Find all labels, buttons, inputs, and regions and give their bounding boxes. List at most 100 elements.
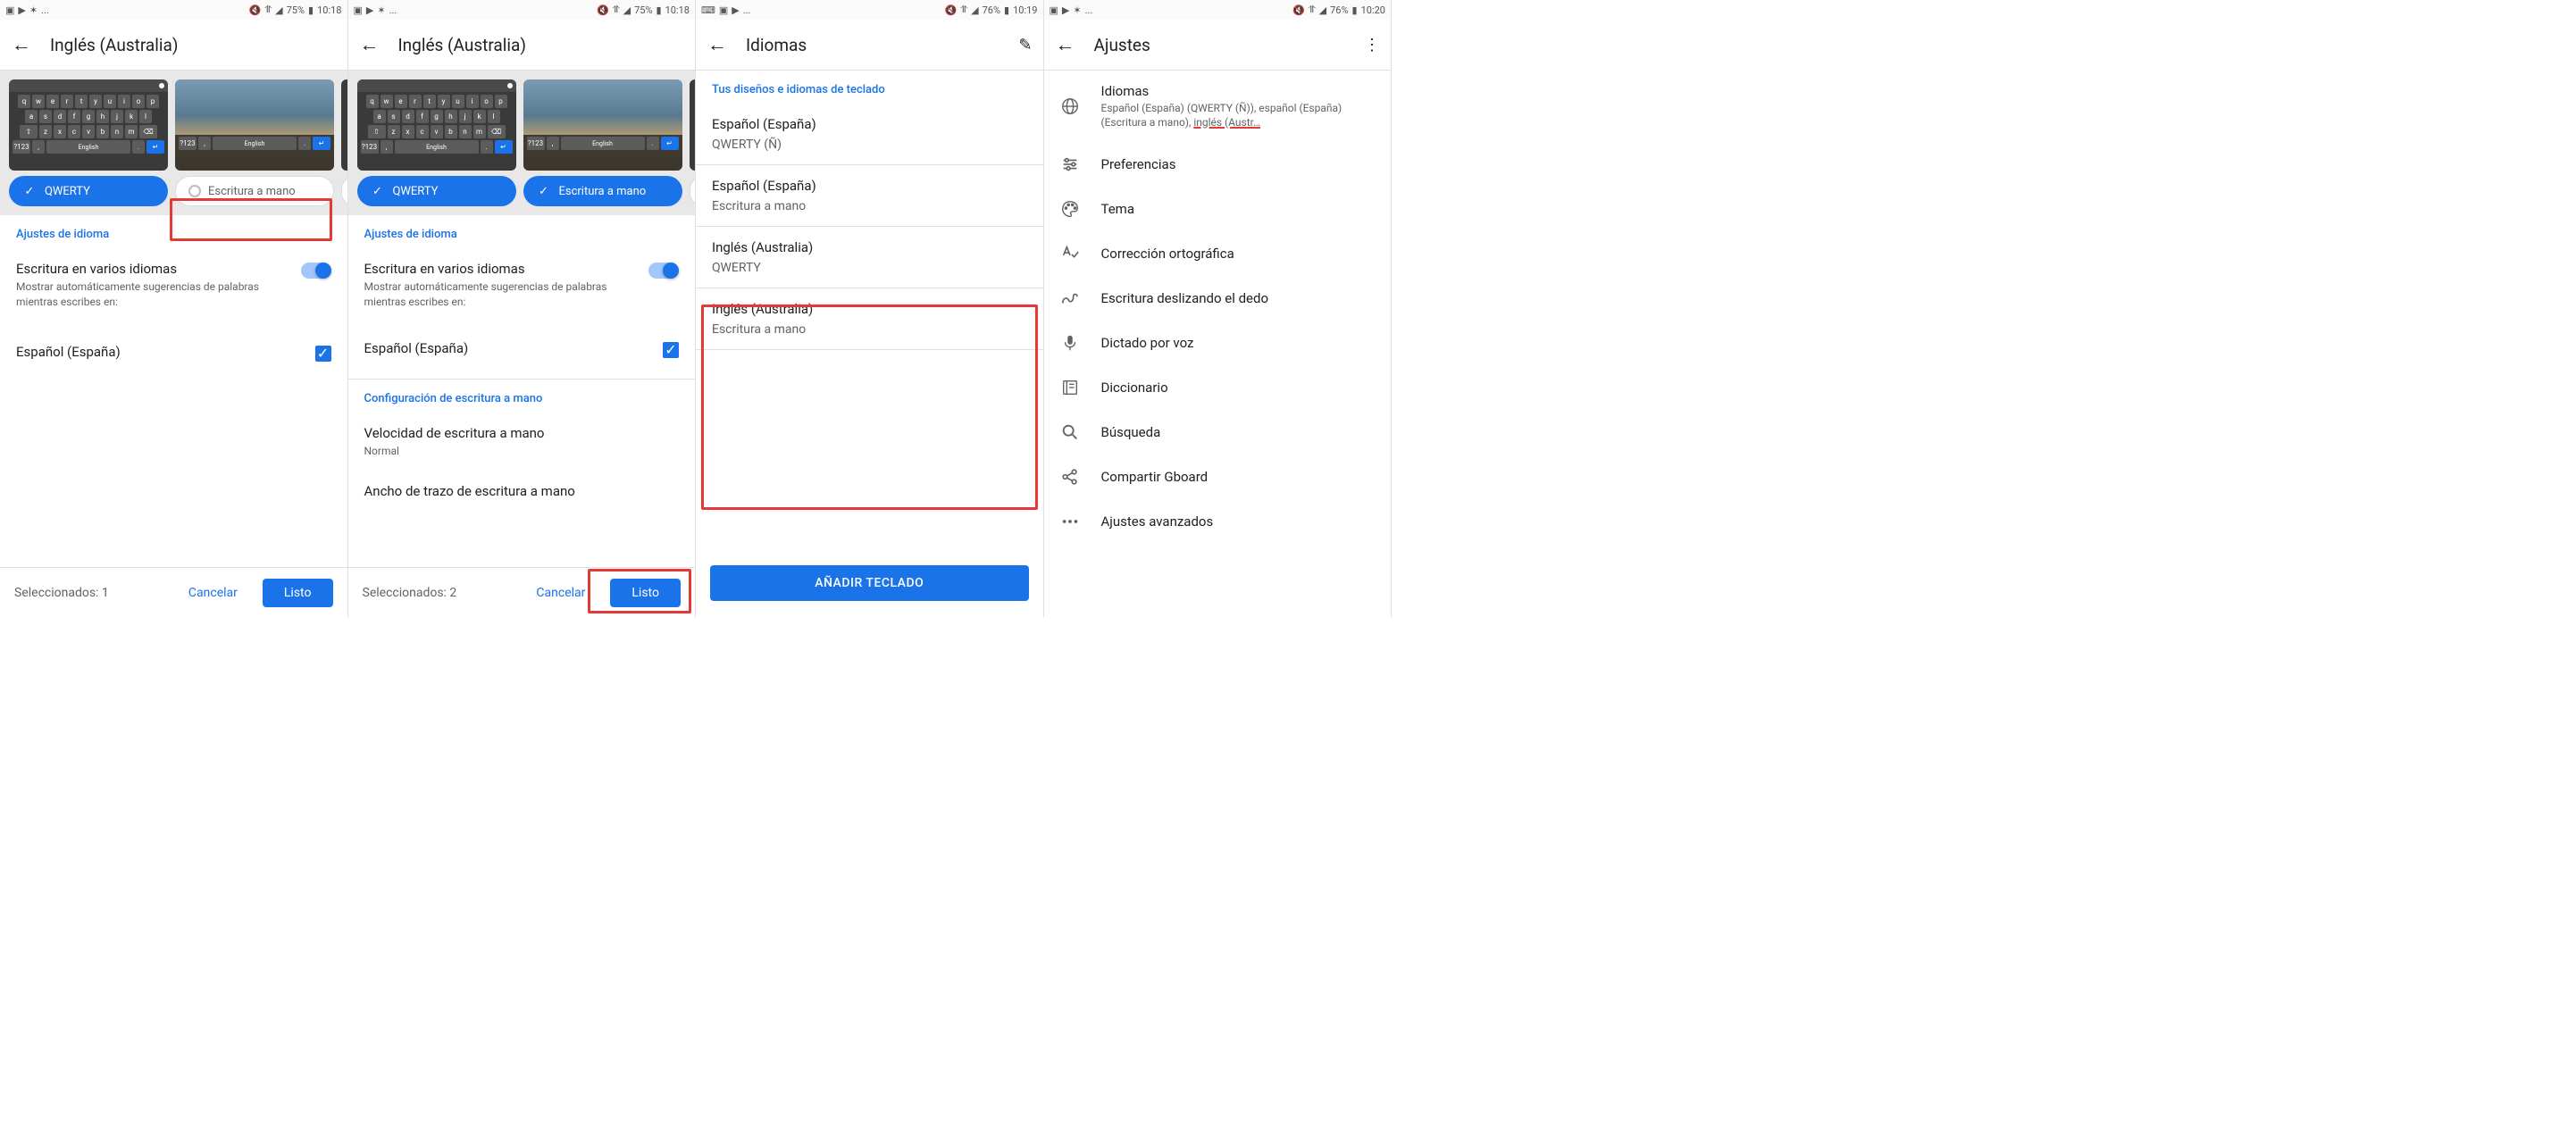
settings-item-spellcheck[interactable]: Corrección ortográfica (1044, 231, 1392, 276)
selected-count: Seleccionados: 2 (363, 586, 512, 600)
notif-more: ... (41, 4, 49, 16)
notif-play-icon: ▶ (18, 4, 25, 16)
multilingual-toggle[interactable] (648, 263, 679, 279)
settings-list: Idiomas Español (España) (QWERTY (Ñ)), e… (1044, 71, 1392, 617)
done-button[interactable]: Listo (263, 579, 333, 607)
language-item[interactable]: Inglés (Australia) Escritura a mano (696, 288, 1043, 349)
setting-multilingual-title: Escritura en varios idiomas (364, 261, 649, 277)
layout-card-next[interactable] (341, 79, 347, 206)
language-spanish: Español (España) (364, 340, 664, 356)
setting-multilingual-sub: Mostrar automáticamente sugerencias de p… (364, 279, 649, 310)
settings-item-languages[interactable]: Idiomas Español (España) (QWERTY (Ñ)), e… (1044, 71, 1392, 142)
notif-play-icon: ▶ (1062, 4, 1069, 16)
clock: 10:19 (1013, 4, 1037, 16)
layout-chip-qwerty[interactable]: ✓ QWERTY (9, 176, 168, 206)
language-item[interactable]: Inglés (Australia) QWERTY (696, 227, 1043, 288)
keyboard-preview-handwriting: ?123,English.↵ (175, 79, 334, 171)
handwriting-speed-value: Normal (364, 444, 680, 459)
layout-chip-qwerty[interactable]: ✓ QWERTY (357, 176, 516, 206)
settings-item-share[interactable]: Compartir Gboard (1044, 455, 1392, 499)
keyboard-layout-carousel[interactable]: qwertyuiop asdfghjkl ⇧zxcvbnm⌫ ?123,Engl… (348, 71, 696, 215)
more-vert-icon[interactable]: ⋮ (1364, 36, 1380, 54)
back-arrow-icon[interactable]: ← (707, 33, 728, 56)
dots-icon (1060, 512, 1080, 531)
mic-icon (1060, 333, 1080, 353)
cancel-button[interactable]: Cancelar (525, 579, 596, 607)
settings-title: Tema (1101, 201, 1376, 217)
done-button[interactable]: Listo (610, 579, 681, 607)
settings-title: Búsqueda (1101, 424, 1376, 440)
mute-icon: 🔇 (944, 4, 957, 16)
layout-card-qwerty[interactable]: qwertyuiop asdfghjkl ⇧zxcvbnm⌫ ?123,Engl… (357, 79, 516, 206)
app-bar: ← Ajustes ⋮ (1044, 20, 1392, 70)
cancel-button[interactable]: Cancelar (178, 579, 248, 607)
language-item[interactable]: Español (España) QWERTY (Ñ) (696, 104, 1043, 164)
settings-item-search[interactable]: Búsqueda (1044, 410, 1392, 455)
settings-item-preferences[interactable]: Preferencias (1044, 142, 1392, 187)
notif-image-icon: ▣ (719, 4, 728, 16)
layout-chip-next[interactable] (341, 176, 347, 206)
section-header-handwriting: Configuración de escritura a mano (364, 392, 680, 405)
wifi-icon: ⥣ (1309, 4, 1316, 16)
layout-chip-handwriting[interactable]: ✓ Escritura a mano (523, 176, 682, 206)
settings-item-theme[interactable]: Tema (1044, 187, 1392, 231)
keyboard-preview-handwriting: ?123,English.↵ (523, 79, 682, 171)
layout-chip-handwriting[interactable]: Escritura a mano (175, 176, 334, 206)
layout-chip-next[interactable] (690, 176, 696, 206)
page-title: Idiomas (746, 35, 807, 55)
panel-4-gboard-settings: ▣ ▶ ✶ ... 🔇 ⥣ ◢ 76% ▮ 10:20 ← Ajustes ⋮ … (1044, 0, 1393, 617)
language-layout: Escritura a mano (712, 199, 1027, 213)
battery-pct: 75% (634, 4, 652, 16)
settings-item-dictionary[interactable]: Diccionario (1044, 365, 1392, 410)
share-icon (1060, 467, 1080, 487)
languages-content: Tus diseños e idiomas de teclado Español… (696, 71, 1043, 617)
battery-pct: 76% (1330, 4, 1348, 16)
keyboard-preview-partial (341, 79, 347, 171)
keyboard-layout-carousel[interactable]: qwertyuiop asdfghjkl ⇧zxcvbnm⌫ ?123,Engl… (0, 71, 347, 215)
selected-count: Seleccionados: 1 (14, 586, 163, 600)
multilingual-toggle[interactable] (301, 263, 331, 279)
clock: 10:18 (317, 4, 341, 16)
check-icon: ✓ (370, 185, 386, 198)
layout-card-handwriting[interactable]: ?123,English.↵ ✓ Escritura a mano (523, 79, 682, 206)
clock: 10:18 (665, 4, 690, 16)
settings-item-glide[interactable]: Escritura deslizando el dedo (1044, 276, 1392, 321)
handwriting-speed-row[interactable]: Velocidad de escritura a mano Normal (364, 418, 680, 466)
notif-image-icon: ▣ (5, 4, 14, 16)
status-bar: ▣ ▶ ✶ ... 🔇 ⥣ ◢ 75% ▮ 10:18 (0, 0, 347, 20)
app-bar: ← Inglés (Australia) (348, 20, 696, 70)
settings-item-advanced[interactable]: Ajustes avanzados (1044, 499, 1392, 544)
layout-card-handwriting[interactable]: ?123,English.↵ Escritura a mano (175, 79, 334, 206)
spanish-checkbox[interactable]: ✓ (315, 346, 331, 362)
wifi-icon: ⥣ (960, 4, 967, 16)
globe-icon (1060, 96, 1080, 116)
mute-icon: 🔇 (1292, 4, 1305, 16)
spellcheck-icon (1060, 244, 1080, 263)
signal-icon: ◢ (1319, 4, 1326, 16)
keyboard-preview-qwerty: qwertyuiop asdfghjkl ⇧zxcvbnm⌫ ?123,Engl… (9, 79, 168, 171)
spanish-checkbox[interactable]: ✓ (663, 342, 679, 358)
status-bar: ▣ ▶ ✶ ... 🔇 ⥣ ◢ 76% ▮ 10:20 (1044, 0, 1392, 20)
edit-pencil-icon[interactable]: ✎ (1018, 36, 1032, 54)
keyboard-preview-qwerty: qwertyuiop asdfghjkl ⇧zxcvbnm⌫ ?123,Engl… (357, 79, 516, 171)
back-arrow-icon[interactable]: ← (11, 33, 32, 56)
back-arrow-icon[interactable]: ← (1055, 33, 1076, 56)
layout-card-next[interactable] (690, 79, 696, 206)
language-item[interactable]: Español (España) Escritura a mano (696, 165, 1043, 226)
settings-title: Preferencias (1101, 156, 1376, 172)
chip-label: Escritura a mano (208, 185, 296, 198)
settings-item-voice[interactable]: Dictado por voz (1044, 321, 1392, 365)
layout-card-qwerty[interactable]: qwertyuiop asdfghjkl ⇧zxcvbnm⌫ ?123,Engl… (9, 79, 168, 206)
back-arrow-icon[interactable]: ← (359, 33, 381, 56)
bottom-bar: Seleccionados: 1 Cancelar Listo (0, 567, 347, 617)
page-title: Inglés (Australia) (398, 35, 526, 55)
settings-title: Dictado por voz (1101, 335, 1376, 351)
stroke-width-title: Ancho de trazo de escritura a mano (364, 483, 680, 499)
stroke-width-row[interactable]: Ancho de trazo de escritura a mano (364, 476, 680, 509)
palette-icon (1060, 199, 1080, 219)
settings-content: Ajustes de idioma Escritura en varios id… (348, 215, 696, 567)
panel-1-keyboard-layout: ▣ ▶ ✶ ... 🔇 ⥣ ◢ 75% ▮ 10:18 ← Inglés (Au… (0, 0, 348, 617)
notif-play-icon: ▶ (732, 4, 739, 16)
panel-2-keyboard-layout: ▣ ▶ ✶ ... 🔇 ⥣ ◢ 75% ▮ 10:18 ← Inglés (Au… (348, 0, 697, 617)
add-keyboard-button[interactable]: AÑADIR TECLADO (710, 565, 1029, 601)
